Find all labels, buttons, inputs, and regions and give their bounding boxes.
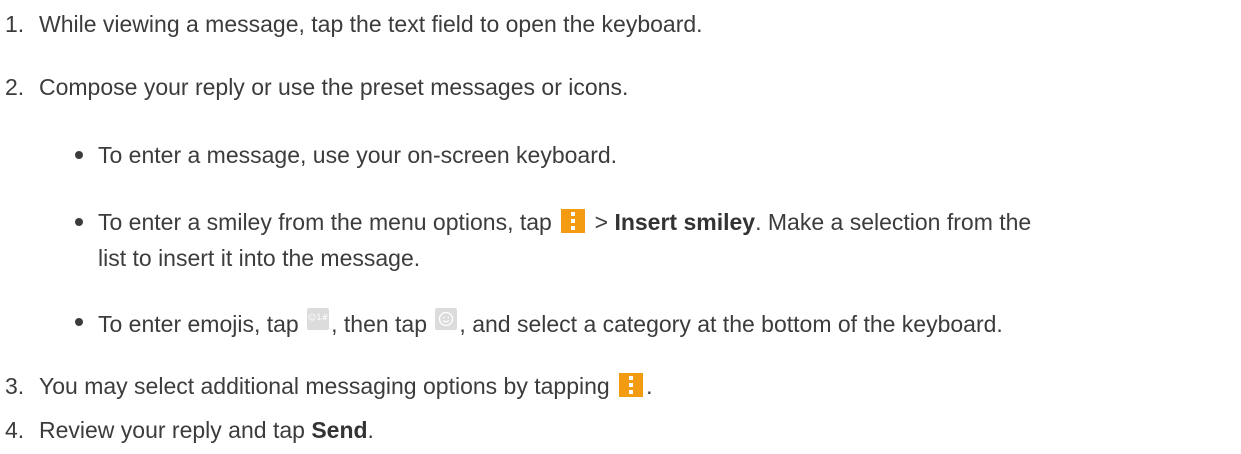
step-3: 3. You may select additional messaging op…	[5, 372, 652, 400]
bullet-text: To enter emojis, tap	[98, 311, 299, 337]
bullet-2-line-1: To enter a smiley from the menu options,…	[98, 208, 1031, 236]
step-text: Review your reply and tap	[39, 417, 312, 443]
step-number: 3.	[5, 373, 25, 399]
bullet-text: To enter a message, use your on-screen k…	[98, 142, 618, 168]
step-number: 2.	[5, 74, 25, 100]
bullet-text: . Make a selection from the	[755, 209, 1032, 235]
bullet-text: To enter a smiley from the menu options,…	[98, 209, 552, 235]
separator: >	[588, 209, 615, 235]
symbols-key-label: ☺1#	[308, 313, 329, 322]
menu-icon	[561, 209, 586, 233]
bullet-text: , then tap	[331, 311, 428, 337]
menu-icon	[619, 373, 644, 397]
step-text-end: .	[646, 373, 653, 399]
step-number: 1.	[5, 11, 25, 37]
send-label: Send	[311, 417, 368, 443]
step-text: Compose your reply or use the preset mes…	[39, 74, 629, 100]
bullet-text: list to insert it into the message.	[98, 245, 421, 271]
insert-smiley-label: Insert smiley	[614, 209, 756, 235]
step-text: While viewing a message, tap the text fi…	[39, 11, 703, 37]
bullet-text: , and select a category at the bottom of…	[459, 311, 1003, 337]
symbols-key-icon: ☺1#	[307, 308, 330, 330]
step-text: You may select additional messaging opti…	[39, 373, 610, 399]
step-number: 4.	[5, 417, 25, 443]
bullet-dot	[75, 151, 83, 159]
bullet-2-line-2: list to insert it into the message.	[98, 244, 420, 272]
step-1: 1. While viewing a message, tap the text …	[5, 10, 703, 38]
step-text-end: .	[367, 417, 374, 443]
bullet-dot	[75, 218, 83, 226]
bullet-dot	[75, 318, 83, 326]
bullet-3: To enter emojis, tap ☺1#, then tap , and…	[98, 308, 1003, 338]
emoji-key-icon	[435, 308, 458, 330]
bullet-1: To enter a message, use your on-screen k…	[98, 141, 617, 169]
step-2: 2. Compose your reply or use the preset m…	[5, 73, 628, 101]
step-4: 4. Review your reply and tap Send.	[5, 416, 374, 444]
